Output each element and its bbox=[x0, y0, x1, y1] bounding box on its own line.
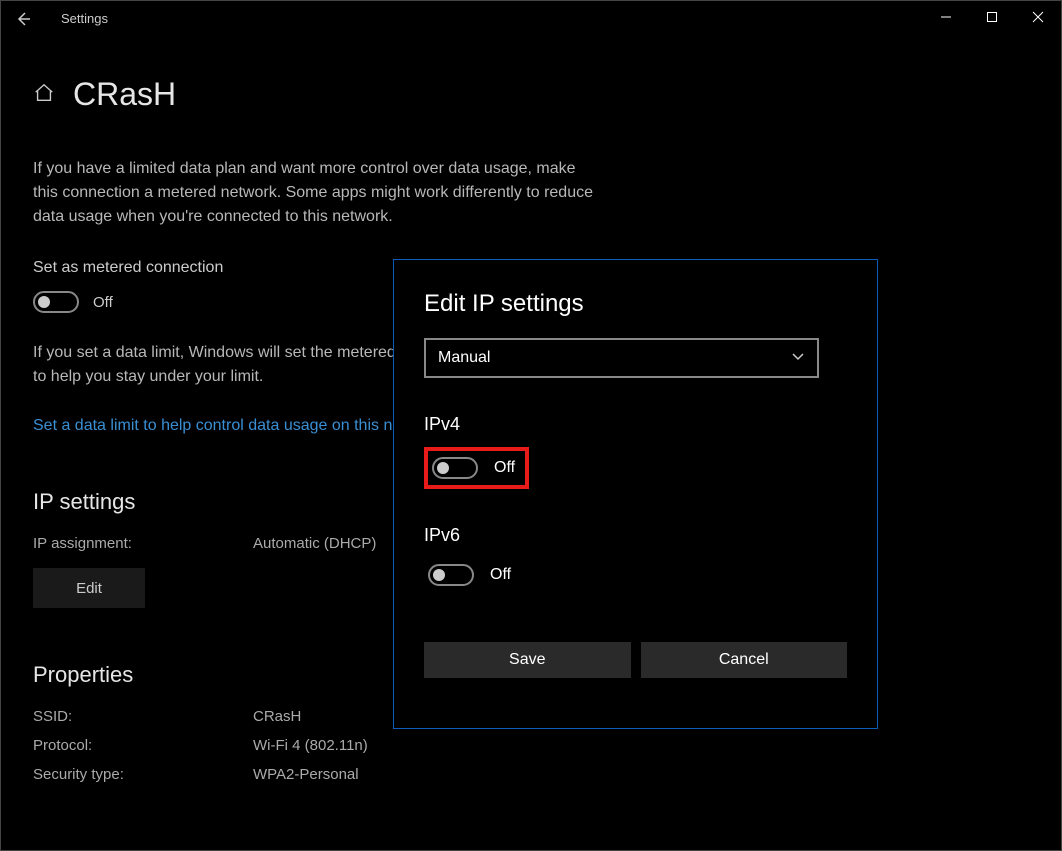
ipv4-toggle-highlight: Off bbox=[424, 447, 529, 489]
titlebar: Settings bbox=[1, 1, 1061, 36]
description-text: If you have a limited data plan and want… bbox=[33, 157, 593, 229]
page-title: CRasH bbox=[73, 76, 176, 113]
security-value: WPA2-Personal bbox=[253, 766, 359, 783]
metered-toggle[interactable] bbox=[33, 291, 79, 313]
ipv4-label: IPv4 bbox=[424, 414, 847, 435]
protocol-label: Protocol: bbox=[33, 737, 253, 754]
edit-button[interactable]: Edit bbox=[33, 568, 145, 608]
ipv6-label: IPv6 bbox=[424, 525, 847, 546]
ip-mode-value: Manual bbox=[438, 349, 490, 367]
close-button[interactable] bbox=[1015, 1, 1061, 33]
maximize-button[interactable] bbox=[969, 1, 1015, 33]
edit-ip-dialog: Edit IP settings Manual IPv4 Off IPv6 Of… bbox=[393, 259, 878, 729]
ip-assignment-label: IP assignment: bbox=[33, 535, 253, 552]
chevron-down-icon bbox=[791, 349, 805, 368]
ipv4-toggle[interactable] bbox=[432, 457, 478, 479]
home-icon[interactable] bbox=[33, 82, 55, 108]
minimize-button[interactable] bbox=[923, 1, 969, 33]
security-label: Security type: bbox=[33, 766, 253, 783]
back-button[interactable] bbox=[13, 9, 33, 29]
dialog-title: Edit IP settings bbox=[424, 290, 847, 318]
cancel-button[interactable]: Cancel bbox=[641, 642, 848, 678]
ip-mode-select[interactable]: Manual bbox=[424, 338, 819, 378]
ipv6-toggle[interactable] bbox=[428, 564, 474, 586]
window-title: Settings bbox=[61, 11, 108, 26]
save-button[interactable]: Save bbox=[424, 642, 631, 678]
ip-assignment-value: Automatic (DHCP) bbox=[253, 535, 376, 552]
ipv6-state: Off bbox=[490, 566, 511, 584]
metered-state: Off bbox=[93, 294, 113, 311]
protocol-value: Wi-Fi 4 (802.11n) bbox=[253, 737, 368, 754]
window-controls bbox=[923, 1, 1061, 33]
ipv4-state: Off bbox=[494, 459, 515, 477]
ssid-label: SSID: bbox=[33, 708, 253, 725]
ssid-value: CRasH bbox=[253, 708, 301, 725]
